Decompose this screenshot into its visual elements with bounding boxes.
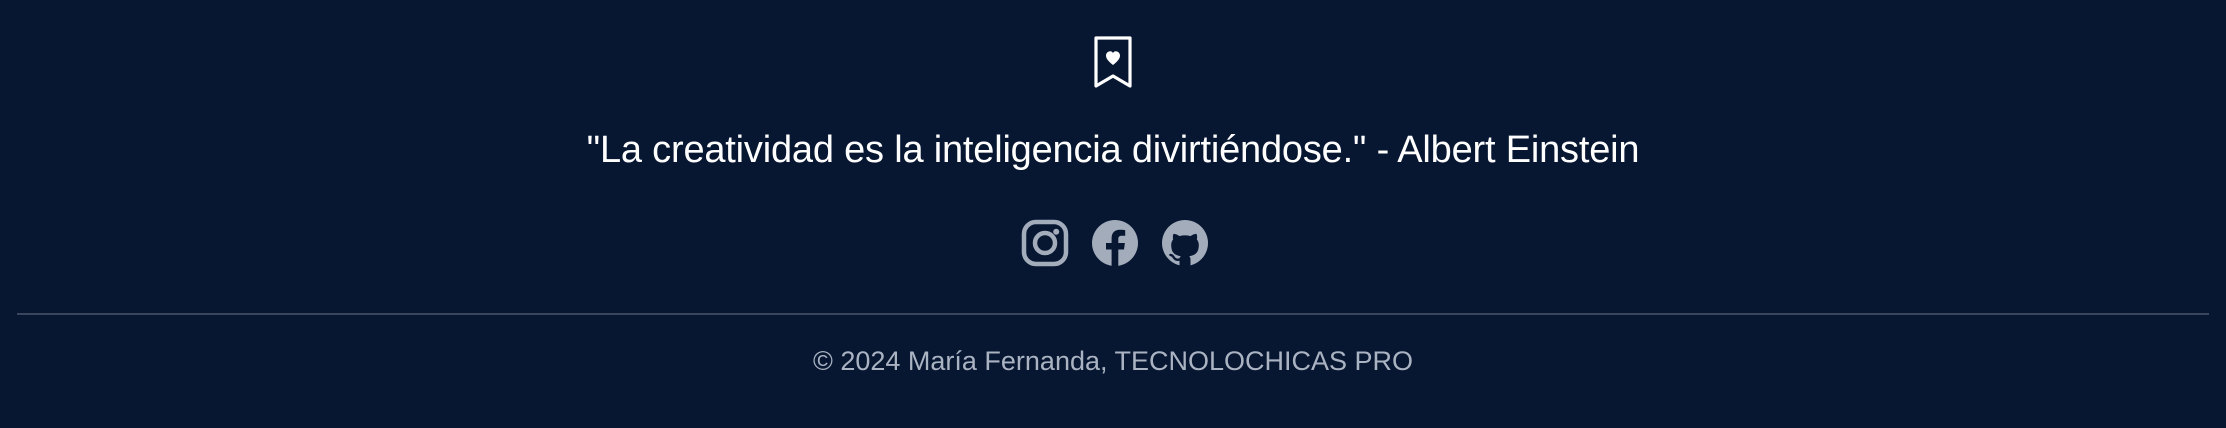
instagram-link[interactable] xyxy=(1020,218,1070,268)
footer-quote: "La creatividad es la inteligencia divir… xyxy=(586,129,1640,171)
facebook-icon xyxy=(1092,220,1138,268)
instagram-icon xyxy=(1021,219,1069,267)
github-link[interactable] xyxy=(1160,218,1210,268)
social-links xyxy=(1020,218,1210,268)
bookmark-heart-icon xyxy=(1093,36,1133,90)
site-footer: "La creatividad es la inteligencia divir… xyxy=(0,0,2226,428)
footer-divider xyxy=(17,313,2209,315)
github-icon xyxy=(1162,220,1208,266)
copyright-text: © 2024 María Fernanda, TECNOLOCHICAS PRO xyxy=(812,346,1414,376)
facebook-link[interactable] xyxy=(1090,218,1140,268)
